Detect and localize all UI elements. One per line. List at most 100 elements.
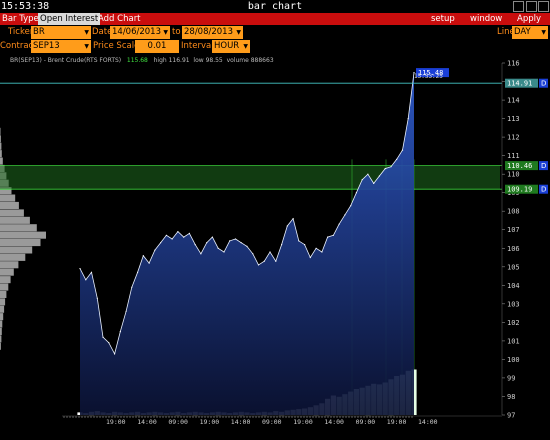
y-tick-label: 106	[507, 245, 520, 253]
menu-setup[interactable]: setup	[431, 13, 455, 25]
interval-label: Interval	[181, 41, 214, 51]
price-point	[269, 251, 271, 253]
price-point	[171, 238, 173, 240]
y-tick-label: 103	[507, 300, 520, 308]
x-tick-label: 14:00	[137, 418, 157, 426]
y-tick-label: 112	[507, 134, 520, 142]
price-point	[309, 256, 311, 259]
price-point	[390, 166, 392, 168]
x-tick-label: 09:00	[262, 418, 282, 426]
price-point	[79, 268, 81, 270]
y-tick-label: 116	[507, 60, 520, 68]
price-point	[252, 253, 254, 255]
profile-bar	[0, 335, 2, 343]
chevron-down-icon: ▼	[243, 43, 248, 50]
profile-bar	[0, 320, 3, 328]
x-tick-label: 19:00	[106, 418, 126, 426]
chevron-down-icon: ▼	[84, 43, 89, 50]
x-tick-label: 19:00	[200, 418, 220, 426]
price-point	[321, 251, 323, 253]
y-tick-label: 101	[507, 337, 520, 345]
profile-bar	[0, 135, 1, 143]
price-point	[154, 249, 156, 251]
menu-add-chart[interactable]: Add Chart	[98, 13, 141, 25]
price-point	[165, 234, 167, 236]
maximize-icon[interactable]	[526, 1, 537, 12]
price-point	[246, 245, 248, 247]
price-point	[177, 231, 179, 233]
tag-marker-label: D	[541, 80, 546, 88]
x-tick-label: 14:00	[418, 418, 438, 426]
price-point	[286, 225, 288, 227]
y-tick-label: 114	[507, 97, 520, 105]
profile-bar	[0, 231, 46, 239]
price-point	[332, 234, 334, 236]
profile-bar	[0, 246, 33, 254]
y-tick-label: 104	[507, 282, 520, 290]
line-select[interactable]: DAY ▼	[512, 26, 548, 39]
contract-select[interactable]: SEP13 ▼	[31, 40, 91, 53]
profile-bar	[0, 157, 3, 165]
instrument-name: BR(SEP13) - Brent Crude(RTS FORTS)	[10, 57, 122, 64]
ticker-select[interactable]: BR ▼	[31, 26, 91, 39]
price-point	[194, 244, 196, 246]
price-point	[229, 240, 231, 242]
price-point	[396, 158, 398, 160]
apply-button[interactable]: Apply	[517, 13, 541, 25]
tag-marker-label: D	[541, 162, 546, 170]
price-point	[148, 262, 150, 264]
price-point	[338, 223, 340, 225]
minimize-icon[interactable]	[513, 1, 524, 12]
profile-bar	[0, 298, 6, 306]
menu-open-interest[interactable]: Open Interest	[38, 13, 101, 25]
price-point	[131, 286, 133, 288]
price-point	[315, 247, 317, 249]
profile-bar	[0, 268, 14, 276]
price-point	[137, 271, 139, 273]
profile-bar	[0, 261, 19, 269]
price-point	[183, 236, 185, 238]
y-tick-label: 113	[507, 115, 520, 123]
profile-bar	[0, 305, 5, 313]
chevron-down-icon: ▼	[236, 29, 241, 36]
date-to-field[interactable]: 28/08/2013 ▼	[182, 26, 243, 39]
y-tick-label: 97	[507, 412, 515, 420]
profile-bar	[0, 239, 41, 247]
tag-marker-label: D	[541, 186, 546, 194]
price-point	[367, 173, 369, 175]
menu-window[interactable]: window	[470, 13, 502, 25]
price-point	[298, 240, 300, 242]
y-tick-label: 100	[507, 356, 520, 364]
profile-bar	[0, 127, 1, 135]
band-zone	[0, 165, 500, 190]
interval-select[interactable]: HOUR ▼	[212, 40, 250, 53]
x-tick-label: 09:00	[168, 418, 188, 426]
price-point	[257, 264, 260, 266]
menu-bar-type[interactable]: Bar Type	[2, 13, 39, 25]
y-tick-label: 105	[507, 263, 520, 271]
profile-bar	[0, 290, 7, 298]
x-tick-label: 19:00	[387, 418, 407, 426]
price-point	[188, 232, 190, 234]
price-point	[102, 336, 104, 338]
chart-area[interactable]: 1161151141131121111101091081071061051041…	[0, 55, 550, 440]
close-icon[interactable]	[538, 1, 549, 12]
high-value: high 116.91	[153, 57, 190, 64]
profile-bar	[0, 216, 30, 224]
price-point	[350, 205, 352, 207]
price-point	[223, 251, 225, 253]
price-point	[355, 192, 357, 194]
profile-bar	[0, 253, 26, 261]
last-price: 115.68	[126, 57, 148, 64]
price-scale-field[interactable]: 0.01	[135, 40, 179, 53]
profile-bar	[0, 150, 2, 158]
profile-bar	[0, 142, 2, 150]
y-tick-label: 107	[507, 226, 520, 234]
date-from-field[interactable]: 14/06/2013 ▼	[110, 26, 170, 39]
price-point	[114, 353, 116, 355]
price-point	[361, 179, 363, 181]
last-update-time: 15:53:25	[414, 73, 443, 80]
price-chart[interactable]: 1161151141131121111101091081071061051041…	[0, 55, 550, 440]
window-title: bar chart	[247, 1, 303, 12]
chart-info: BR(SEP13) - Brent Crude(RTS FORTS) 115.6…	[10, 57, 274, 65]
